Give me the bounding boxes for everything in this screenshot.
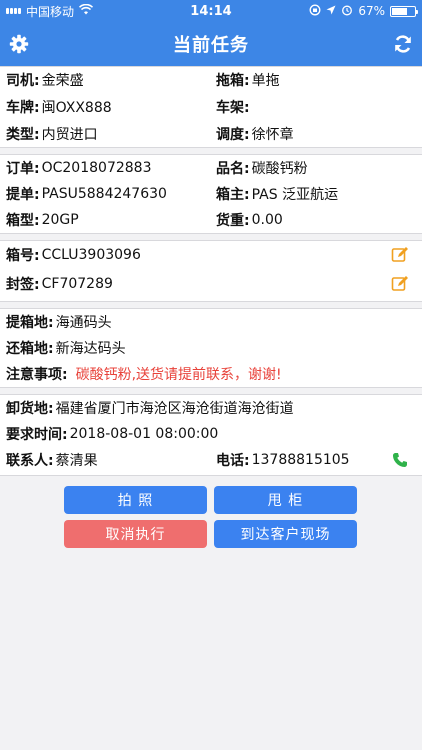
notice-row: 注意事项: 碳酸钙粉,送货请提前联系，谢谢! <box>0 361 422 387</box>
return-row: 还箱地: 新海达码头 <box>0 335 422 361</box>
unload-label: 卸货地: <box>6 401 54 417</box>
plate-label: 车牌: <box>6 100 40 116</box>
unload-value: 福建省厦门市海沧区海沧街道海沧街道 <box>55 401 294 417</box>
plate-value: 闽OXX888 <box>41 100 112 116</box>
required-time-label: 要求时间: <box>6 427 68 443</box>
weight-value: 0.00 <box>251 212 283 228</box>
return-label: 还箱地: <box>6 341 54 357</box>
driver-label: 司机: <box>6 73 40 89</box>
location-icon <box>326 4 336 18</box>
page-title: 当前任务 <box>173 35 249 56</box>
nav-bar: 当前任务 <box>0 22 422 66</box>
plate-row: 车牌: 闽OXX888 车架: <box>0 94 422 120</box>
status-left: 中国移动 <box>6 3 94 20</box>
phone-label: 电话: <box>216 453 250 469</box>
type-row: 类型: 内贸进口 调度: 徐怀章 <box>0 121 422 147</box>
trailer-value: 单拖 <box>251 73 280 89</box>
driver-value: 金荣盛 <box>41 73 84 89</box>
type-value: 内贸进口 <box>41 127 98 143</box>
phone-icon[interactable] <box>390 450 410 470</box>
trailer-label: 拖箱: <box>216 73 250 89</box>
contact-value: 蔡清果 <box>55 453 98 469</box>
battery-percent: 67% <box>358 4 385 18</box>
bill-row: 提单: PASU5884247630 箱主: PAS 泛亚航运 <box>0 181 422 207</box>
status-right: 67% <box>309 4 418 19</box>
boxtype-row: 箱型: 20GP 货重: 0.00 <box>0 207 422 233</box>
notice-value: 碳酸钙粉,送货请提前联系，谢谢! <box>75 367 282 383</box>
product-value: 碳酸钙粉 <box>251 161 308 177</box>
gear-icon[interactable] <box>8 33 30 55</box>
dispatch-value: 徐怀章 <box>251 127 294 143</box>
edit-icon[interactable] <box>390 245 410 265</box>
edit-icon[interactable] <box>390 274 410 294</box>
dispatch-label: 调度: <box>216 127 250 143</box>
battery-icon <box>390 5 418 17</box>
photo-button[interactable]: 拍 照 <box>64 486 207 514</box>
drop-container-button[interactable]: 甩 柜 <box>214 486 357 514</box>
boxtype-value: 20GP <box>41 212 79 228</box>
seal-value: CF707289 <box>41 276 113 292</box>
boxtype-label: 箱型: <box>6 213 40 229</box>
bill-label: 提单: <box>6 187 40 203</box>
required-time-value: 2018-08-01 08:00:00 <box>69 426 219 442</box>
pickup-value: 海通码头 <box>55 315 112 331</box>
type-label: 类型: <box>6 127 40 143</box>
notice-label: 注意事项: <box>6 367 68 383</box>
driver-row: 司机: 金荣盛 拖箱: 单拖 <box>0 67 422 93</box>
signal-icon <box>6 8 21 14</box>
order-row: 订单: OC2018072883 品名: 碳酸钙粉 <box>0 155 422 181</box>
wifi-icon <box>78 3 94 18</box>
arrive-customer-button[interactable]: 到达客户现场 <box>214 520 357 548</box>
product-label: 品名: <box>216 161 250 177</box>
contact-label: 联系人: <box>6 453 54 469</box>
cancel-button[interactable]: 取消执行 <box>64 520 207 548</box>
phone-value: 13788815105 <box>251 452 350 468</box>
order-label: 订单: <box>6 161 40 177</box>
alarm-icon <box>341 4 353 19</box>
contact-row: 联系人: 蔡清果 电话: 13788815105 <box>0 447 422 473</box>
container-label: 箱号: <box>6 248 40 264</box>
return-value: 新海达码头 <box>55 341 126 357</box>
refresh-icon[interactable] <box>392 33 414 55</box>
container-value: CCLU3903096 <box>41 247 141 263</box>
required-time-row: 要求时间: 2018-08-01 08:00:00 <box>0 421 422 447</box>
status-bar: 中国移动 14:14 67% <box>0 0 422 22</box>
seal-label: 封签: <box>6 277 40 293</box>
rotation-lock-icon <box>309 4 321 19</box>
order-value: OC2018072883 <box>41 160 152 176</box>
bill-value: PASU5884247630 <box>41 186 167 202</box>
owner-label: 箱主: <box>216 187 250 203</box>
owner-value: PAS 泛亚航运 <box>251 187 339 203</box>
unload-row: 卸货地: 福建省厦门市海沧区海沧街道海沧街道 <box>0 395 422 421</box>
weight-label: 货重: <box>216 213 250 229</box>
seal-row: 封签: CF707289 <box>0 271 422 297</box>
frame-label: 车架: <box>216 100 250 116</box>
pickup-label: 提箱地: <box>6 315 54 331</box>
pickup-row: 提箱地: 海通码头 <box>0 309 422 335</box>
container-row: 箱号: CCLU3903096 <box>0 242 422 268</box>
carrier-label: 中国移动 <box>26 4 75 19</box>
